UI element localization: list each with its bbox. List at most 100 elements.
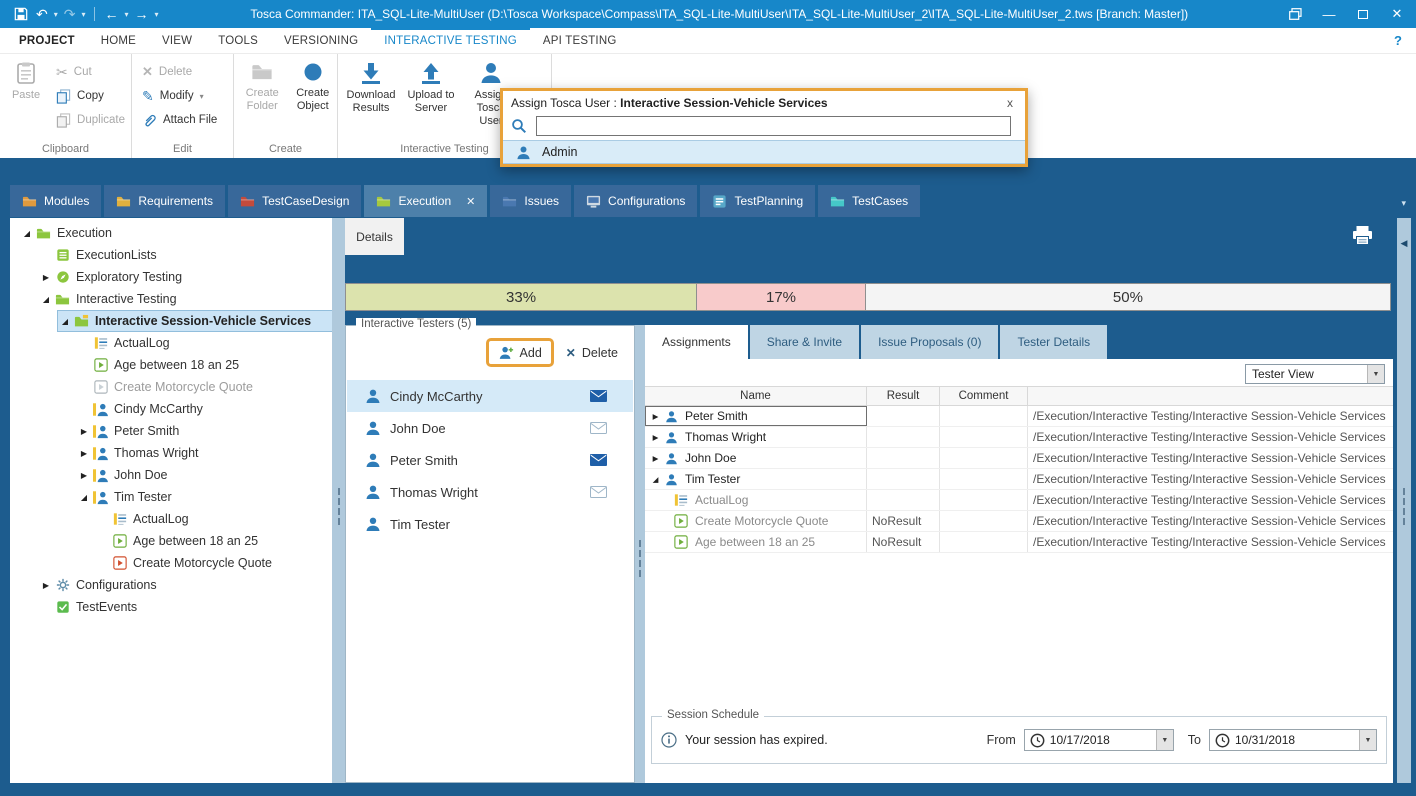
print-icon[interactable] (1352, 226, 1373, 245)
row-expander-icon[interactable]: ▶ (649, 412, 662, 421)
cell-comment[interactable] (940, 532, 1028, 552)
document-tab-testcases[interactable]: TestCases (818, 185, 920, 217)
create-folder-button[interactable]: Create Folder (240, 58, 285, 113)
upload-to-server-button[interactable]: Upload to Server (404, 58, 458, 115)
document-tab-requirements[interactable]: Requirements (104, 185, 225, 217)
tree-expander-icon[interactable]: ◢ (77, 493, 91, 502)
document-tab-testplanning[interactable]: TestPlanning (700, 185, 815, 217)
undo-icon[interactable]: ↶ (32, 6, 52, 23)
tree-item-create-motorcycle-quote[interactable]: Create Motorcycle Quote (10, 376, 332, 398)
tree-item-interactive-testing[interactable]: ◢Interactive Testing (10, 288, 332, 310)
table-row-create-motorcycle-quote[interactable]: Create Motorcycle QuoteNoResult/Executio… (645, 511, 1393, 532)
delete-button[interactable]: ✕Delete (138, 60, 221, 84)
tester-view-select[interactable]: Tester View ▼ (1245, 364, 1385, 384)
tree-item-age-between-18-an-25[interactable]: Age between 18 an 25 (10, 354, 332, 376)
help-button[interactable]: ? (1394, 33, 1402, 48)
tester-row-tim-tester[interactable]: Tim Tester (347, 508, 633, 540)
tree-item-thomas-wright[interactable]: ▶Thomas Wright (10, 442, 332, 464)
tree-expander-icon[interactable]: ◢ (58, 317, 72, 326)
tree-item-peter-smith[interactable]: ▶Peter Smith (10, 420, 332, 442)
add-tester-button[interactable]: Add (490, 342, 550, 363)
tester-row-john-doe[interactable]: John Doe (347, 412, 633, 444)
column-header-path[interactable] (1028, 387, 1393, 405)
cell-result[interactable] (867, 490, 940, 510)
user-search-input[interactable] (536, 116, 1011, 136)
column-header-comment[interactable]: Comment (940, 387, 1028, 405)
from-date-picker[interactable]: 10/17/2018 ▼ (1024, 729, 1174, 751)
ribbon-tab-versioning[interactable]: VERSIONING (271, 28, 371, 53)
undo-dropdown-icon[interactable]: ▾ (52, 10, 60, 19)
create-object-button[interactable]: Create Object (291, 58, 336, 113)
document-tab-configurations[interactable]: Configurations (574, 185, 697, 217)
cell-result[interactable]: NoResult (867, 532, 940, 552)
ribbon-tab-tools[interactable]: TOOLS (205, 28, 271, 53)
tree-item-execution[interactable]: ◢Execution (10, 222, 332, 244)
right-splitter[interactable]: ◀ (1397, 218, 1411, 783)
cell-name[interactable]: Age between 18 an 25 (645, 532, 867, 552)
tree-item-exploratory-testing[interactable]: ▶Exploratory Testing (10, 266, 332, 288)
tree-item-tim-tester[interactable]: ◢Tim Tester (10, 486, 332, 508)
table-row-thomas-wright[interactable]: ▶Thomas Wright/Execution/Interactive Tes… (645, 427, 1393, 448)
tree-expander-icon[interactable]: ▶ (39, 273, 53, 282)
forward-dropdown-icon[interactable]: ▾ (153, 10, 161, 19)
tab-details[interactable]: Details (345, 218, 404, 255)
ribbon-tab-project[interactable]: PROJECT (6, 28, 88, 53)
back-dropdown-icon[interactable]: ▾ (123, 10, 131, 19)
close-button[interactable]: ✕ (1380, 1, 1414, 27)
tab-tester-details[interactable]: Tester Details (1000, 325, 1107, 359)
cell-comment[interactable] (940, 511, 1028, 531)
tester-row-thomas-wright[interactable]: Thomas Wright (347, 476, 633, 508)
delete-tester-button[interactable]: ✕Delete (558, 343, 626, 363)
document-tab-modules[interactable]: Modules (10, 185, 101, 217)
chevron-down-icon[interactable]: ▼ (1367, 365, 1384, 383)
cell-comment[interactable] (940, 490, 1028, 510)
cell-name[interactable]: ◢Tim Tester (645, 469, 867, 489)
to-date-picker[interactable]: 10/31/2018 ▼ (1209, 729, 1377, 751)
ribbon-tab-home[interactable]: HOME (88, 28, 149, 53)
tree-item-configurations[interactable]: ▶Configurations (10, 574, 332, 596)
navigate-back-icon[interactable]: ← (101, 6, 123, 22)
cell-comment[interactable] (940, 427, 1028, 447)
tree-item-actuallog[interactable]: ActualLog (10, 508, 332, 530)
table-row-peter-smith[interactable]: ▶Peter Smith/Execution/Interactive Testi… (645, 406, 1393, 427)
popup-close-button[interactable]: x (1003, 96, 1017, 110)
navigate-forward-icon[interactable]: → (131, 6, 153, 22)
tree-item-john-doe[interactable]: ▶John Doe (10, 464, 332, 486)
ribbon-tab-api-testing[interactable]: API TESTING (530, 28, 630, 53)
tree-item-create-motorcycle-quote[interactable]: Create Motorcycle Quote (10, 552, 332, 574)
collapse-panel-icon[interactable]: ◀ (1401, 238, 1408, 249)
cut-button[interactable]: ✂Cut (52, 60, 129, 84)
tree-expander-icon[interactable]: ▶ (77, 471, 91, 480)
document-tab-execution[interactable]: Execution✕ (364, 185, 487, 217)
tree-item-executionlists[interactable]: ExecutionLists (10, 244, 332, 266)
cell-comment[interactable] (940, 469, 1028, 489)
cell-result[interactable]: NoResult (867, 511, 940, 531)
cell-name[interactable]: Create Motorcycle Quote (645, 511, 867, 531)
panel-splitter[interactable] (635, 325, 645, 783)
float-window-icon[interactable] (1278, 1, 1312, 27)
modify-button[interactable]: ✎Modify▾ (138, 84, 221, 108)
tree-item-age-between-18-an-25[interactable]: Age between 18 an 25 (10, 530, 332, 552)
close-tab-icon[interactable]: ✕ (466, 195, 475, 208)
row-expander-icon[interactable]: ◢ (649, 475, 662, 484)
duplicate-button[interactable]: Duplicate (52, 108, 129, 132)
row-expander-icon[interactable]: ▶ (649, 433, 662, 442)
tree-expander-icon[interactable]: ◢ (39, 295, 53, 304)
popup-result-admin[interactable]: Admin (503, 140, 1025, 164)
tree-item-actuallog[interactable]: ActualLog (10, 332, 332, 354)
tree-expander-icon[interactable]: ▶ (39, 581, 53, 590)
download-results-button[interactable]: Download Results (344, 58, 398, 115)
tree-expander-icon[interactable]: ◢ (20, 229, 34, 238)
table-row-actuallog[interactable]: ActualLog/Execution/Interactive Testing/… (645, 490, 1393, 511)
cell-comment[interactable] (940, 406, 1028, 426)
tab-issue-proposals-0[interactable]: Issue Proposals (0) (861, 325, 998, 359)
cell-name[interactable]: ▶Peter Smith (645, 406, 867, 426)
tester-row-cindy-mccarthy[interactable]: Cindy McCarthy (347, 380, 633, 412)
table-row-john-doe[interactable]: ▶John Doe/Execution/Interactive Testing/… (645, 448, 1393, 469)
table-row-tim-tester[interactable]: ◢Tim Tester/Execution/Interactive Testin… (645, 469, 1393, 490)
minimize-button[interactable]: — (1312, 1, 1346, 27)
chevron-down-icon[interactable]: ▼ (1156, 730, 1173, 750)
tab-overflow-icon[interactable]: ▾ (1401, 198, 1406, 209)
ribbon-tab-interactive-testing[interactable]: INTERACTIVE TESTING (371, 28, 530, 53)
tree-expander-icon[interactable]: ▶ (77, 449, 91, 458)
